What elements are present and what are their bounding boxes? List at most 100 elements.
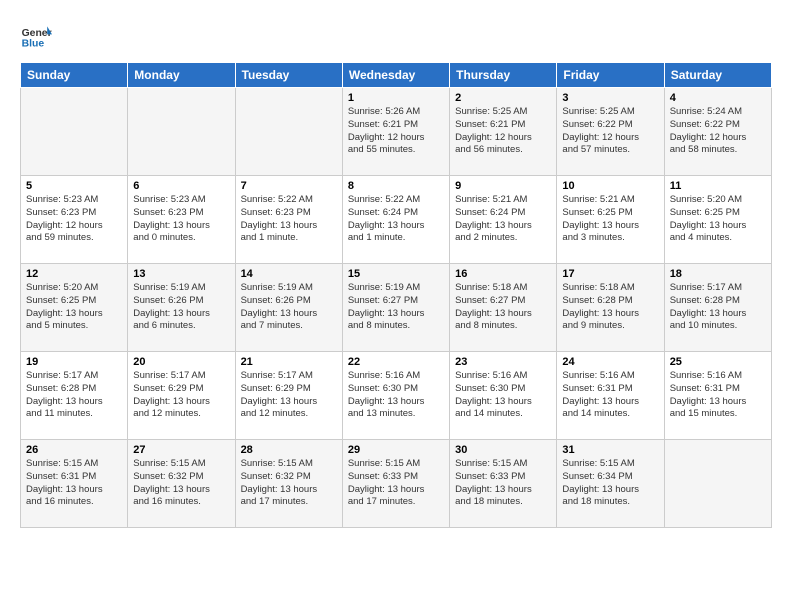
weekday-wednesday: Wednesday <box>342 63 449 88</box>
day-number: 9 <box>455 180 551 192</box>
day-info: Sunrise: 5:21 AM Sunset: 6:24 PM Dayligh… <box>455 194 551 245</box>
day-number: 16 <box>455 268 551 280</box>
table-cell: 14 Sunrise: 5:19 AM Sunset: 6:26 PM Dayli… <box>235 264 342 352</box>
day-number: 21 <box>241 356 337 368</box>
table-cell: 10 Sunrise: 5:21 AM Sunset: 6:25 PM Dayli… <box>557 176 664 264</box>
day-info: Sunrise: 5:18 AM Sunset: 6:27 PM Dayligh… <box>455 282 551 333</box>
week-row-2: 5 Sunrise: 5:23 AM Sunset: 6:23 PM Daylig… <box>21 176 772 264</box>
table-cell: 18 Sunrise: 5:17 AM Sunset: 6:28 PM Dayli… <box>664 264 771 352</box>
day-info: Sunrise: 5:19 AM Sunset: 6:26 PM Dayligh… <box>133 282 229 333</box>
day-info: Sunrise: 5:24 AM Sunset: 6:22 PM Dayligh… <box>670 106 766 157</box>
table-cell: 5 Sunrise: 5:23 AM Sunset: 6:23 PM Daylig… <box>21 176 128 264</box>
day-number: 13 <box>133 268 229 280</box>
day-info: Sunrise: 5:16 AM Sunset: 6:30 PM Dayligh… <box>455 370 551 421</box>
day-number: 2 <box>455 92 551 104</box>
table-cell: 8Sunrise: 5:22 AM Sunset: 6:24 PM Daylig… <box>342 176 449 264</box>
day-info: Sunrise: 5:20 AM Sunset: 6:25 PM Dayligh… <box>26 282 122 333</box>
table-cell: 9 Sunrise: 5:21 AM Sunset: 6:24 PM Daylig… <box>450 176 557 264</box>
table-cell: 13 Sunrise: 5:19 AM Sunset: 6:26 PM Dayli… <box>128 264 235 352</box>
table-cell: 15Sunrise: 5:19 AM Sunset: 6:27 PM Dayli… <box>342 264 449 352</box>
day-info: Sunrise: 5:23 AM Sunset: 6:23 PM Dayligh… <box>133 194 229 245</box>
table-cell: 25 Sunrise: 5:16 AM Sunset: 6:31 PM Dayli… <box>664 352 771 440</box>
day-number: 6 <box>133 180 229 192</box>
table-cell: 23 Sunrise: 5:16 AM Sunset: 6:30 PM Dayli… <box>450 352 557 440</box>
day-info: Sunrise: 5:15 AM Sunset: 6:32 PM Dayligh… <box>241 458 337 509</box>
day-info: Sunrise: 5:17 AM Sunset: 6:29 PM Dayligh… <box>133 370 229 421</box>
table-cell: 30Sunrise: 5:15 AM Sunset: 6:33 PM Dayli… <box>450 440 557 528</box>
day-number: 30 <box>455 444 551 456</box>
day-info: Sunrise: 5:23 AM Sunset: 6:23 PM Dayligh… <box>26 194 122 245</box>
day-info: Sunrise: 5:19 AM Sunset: 6:26 PM Dayligh… <box>241 282 337 333</box>
day-info: Sunrise: 5:17 AM Sunset: 6:28 PM Dayligh… <box>26 370 122 421</box>
day-info: Sunrise: 5:17 AM Sunset: 6:28 PM Dayligh… <box>670 282 766 333</box>
day-number: 10 <box>562 180 658 192</box>
day-info: Sunrise: 5:26 AM Sunset: 6:21 PM Dayligh… <box>348 106 444 157</box>
weekday-thursday: Thursday <box>450 63 557 88</box>
day-number: 25 <box>670 356 766 368</box>
calendar-table: SundayMondayTuesdayWednesdayThursdayFrid… <box>20 62 772 528</box>
day-number: 14 <box>241 268 337 280</box>
weekday-monday: Monday <box>128 63 235 88</box>
day-number: 23 <box>455 356 551 368</box>
day-number: 12 <box>26 268 122 280</box>
day-number: 24 <box>562 356 658 368</box>
table-cell: 12 Sunrise: 5:20 AM Sunset: 6:25 PM Dayli… <box>21 264 128 352</box>
day-info: Sunrise: 5:16 AM Sunset: 6:31 PM Dayligh… <box>670 370 766 421</box>
day-number: 29 <box>348 444 444 456</box>
table-cell <box>664 440 771 528</box>
table-cell: 17 Sunrise: 5:18 AM Sunset: 6:28 PM Dayli… <box>557 264 664 352</box>
table-cell: 2 Sunrise: 5:25 AM Sunset: 6:21 PM Daylig… <box>450 88 557 176</box>
day-info: Sunrise: 5:22 AM Sunset: 6:23 PM Dayligh… <box>241 194 337 245</box>
table-cell: 6 Sunrise: 5:23 AM Sunset: 6:23 PM Daylig… <box>128 176 235 264</box>
table-cell: 27 Sunrise: 5:15 AM Sunset: 6:32 PM Dayli… <box>128 440 235 528</box>
logo: General Blue <box>20 20 52 52</box>
day-number: 5 <box>26 180 122 192</box>
week-row-4: 19 Sunrise: 5:17 AM Sunset: 6:28 PM Dayli… <box>21 352 772 440</box>
day-number: 22 <box>348 356 444 368</box>
day-number: 18 <box>670 268 766 280</box>
day-info: Sunrise: 5:19 AM Sunset: 6:27 PM Dayligh… <box>348 282 444 333</box>
day-number: 20 <box>133 356 229 368</box>
table-cell: 11Sunrise: 5:20 AM Sunset: 6:25 PM Dayli… <box>664 176 771 264</box>
week-row-1: 1 Sunrise: 5:26 AM Sunset: 6:21 PM Daylig… <box>21 88 772 176</box>
day-info: Sunrise: 5:18 AM Sunset: 6:28 PM Dayligh… <box>562 282 658 333</box>
day-info: Sunrise: 5:15 AM Sunset: 6:31 PM Dayligh… <box>26 458 122 509</box>
day-info: Sunrise: 5:25 AM Sunset: 6:22 PM Dayligh… <box>562 106 658 157</box>
table-cell <box>235 88 342 176</box>
day-number: 19 <box>26 356 122 368</box>
table-cell: 22 Sunrise: 5:16 AM Sunset: 6:30 PM Dayli… <box>342 352 449 440</box>
day-number: 4 <box>670 92 766 104</box>
weekday-tuesday: Tuesday <box>235 63 342 88</box>
week-row-5: 26 Sunrise: 5:15 AM Sunset: 6:31 PM Dayli… <box>21 440 772 528</box>
day-number: 1 <box>348 92 444 104</box>
day-info: Sunrise: 5:15 AM Sunset: 6:33 PM Dayligh… <box>348 458 444 509</box>
table-cell: 24Sunrise: 5:16 AM Sunset: 6:31 PM Dayli… <box>557 352 664 440</box>
day-number: 8 <box>348 180 444 192</box>
table-cell: 28 Sunrise: 5:15 AM Sunset: 6:32 PM Dayli… <box>235 440 342 528</box>
table-cell: 20 Sunrise: 5:17 AM Sunset: 6:29 PM Dayli… <box>128 352 235 440</box>
day-info: Sunrise: 5:15 AM Sunset: 6:34 PM Dayligh… <box>562 458 658 509</box>
weekday-sunday: Sunday <box>21 63 128 88</box>
day-number: 26 <box>26 444 122 456</box>
day-number: 11 <box>670 180 766 192</box>
table-cell: 16 Sunrise: 5:18 AM Sunset: 6:27 PM Dayli… <box>450 264 557 352</box>
table-cell: 19 Sunrise: 5:17 AM Sunset: 6:28 PM Dayli… <box>21 352 128 440</box>
day-info: Sunrise: 5:21 AM Sunset: 6:25 PM Dayligh… <box>562 194 658 245</box>
table-cell: 4 Sunrise: 5:24 AM Sunset: 6:22 PM Daylig… <box>664 88 771 176</box>
table-cell: 3Sunrise: 5:25 AM Sunset: 6:22 PM Daylig… <box>557 88 664 176</box>
day-info: Sunrise: 5:16 AM Sunset: 6:30 PM Dayligh… <box>348 370 444 421</box>
table-cell: 31 Sunrise: 5:15 AM Sunset: 6:34 PM Dayli… <box>557 440 664 528</box>
day-info: Sunrise: 5:25 AM Sunset: 6:21 PM Dayligh… <box>455 106 551 157</box>
day-info: Sunrise: 5:15 AM Sunset: 6:32 PM Dayligh… <box>133 458 229 509</box>
table-cell: 29 Sunrise: 5:15 AM Sunset: 6:33 PM Dayli… <box>342 440 449 528</box>
day-number: 28 <box>241 444 337 456</box>
day-number: 17 <box>562 268 658 280</box>
day-number: 31 <box>562 444 658 456</box>
table-cell: 1 Sunrise: 5:26 AM Sunset: 6:21 PM Daylig… <box>342 88 449 176</box>
weekday-friday: Friday <box>557 63 664 88</box>
day-number: 27 <box>133 444 229 456</box>
table-cell: 26 Sunrise: 5:15 AM Sunset: 6:31 PM Dayli… <box>21 440 128 528</box>
weekday-saturday: Saturday <box>664 63 771 88</box>
day-number: 7 <box>241 180 337 192</box>
table-cell: 7 Sunrise: 5:22 AM Sunset: 6:23 PM Daylig… <box>235 176 342 264</box>
